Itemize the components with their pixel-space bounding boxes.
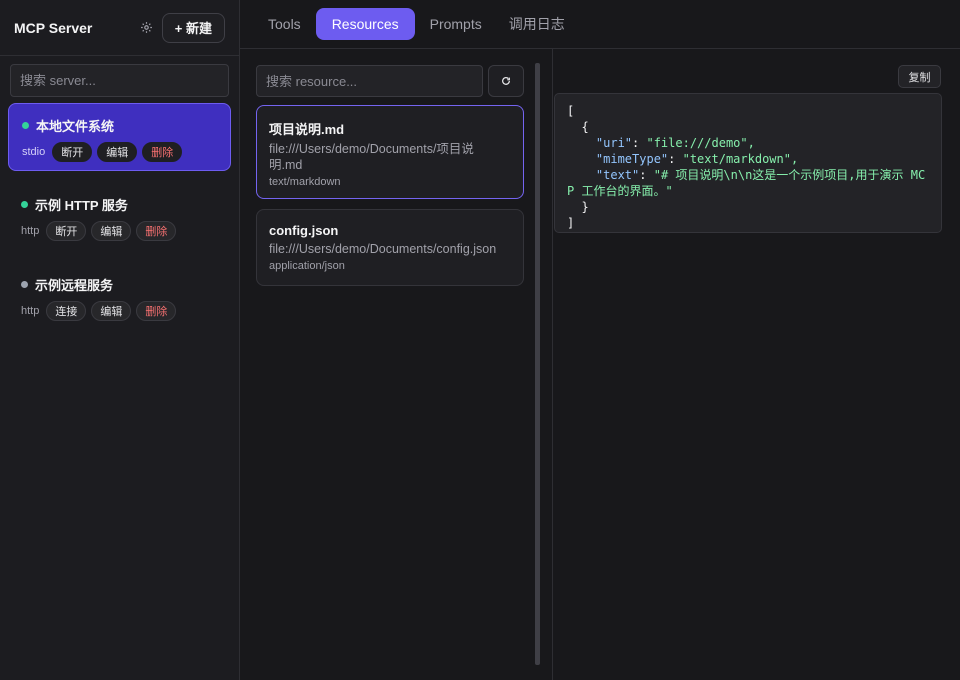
server-name: 示例 HTTP 服务 xyxy=(35,198,128,213)
resource-mime: application/json xyxy=(269,260,345,272)
tab-call-log[interactable]: 调用日志 xyxy=(497,8,577,40)
tab-resources[interactable]: Resources xyxy=(315,8,415,40)
code-line: } xyxy=(567,200,589,214)
tab-prompts[interactable]: Prompts xyxy=(418,8,494,40)
edit-button[interactable]: 编辑 xyxy=(91,301,132,321)
disconnect-button[interactable]: 断开 xyxy=(46,221,87,241)
server-search-input[interactable] xyxy=(10,64,229,97)
resource-uri: file:///Users/demo/Documents/项目说 明.md xyxy=(269,142,474,172)
resource-name: config.json xyxy=(269,223,339,238)
server-type: http xyxy=(21,305,40,317)
refresh-button[interactable] xyxy=(488,65,524,97)
delete-button[interactable]: 删除 xyxy=(136,301,177,321)
tab-bar: Tools Resources Prompts 调用日志 xyxy=(240,0,960,49)
resource-name: 项目说明.md xyxy=(269,122,345,137)
status-dot-icon xyxy=(22,122,29,129)
resource-search-input[interactable] xyxy=(256,65,483,97)
sidebar-title: MCP Server xyxy=(14,19,93,36)
code-line: "mimeType": "text/markdown", xyxy=(595,152,799,166)
panel-resize-handle[interactable] xyxy=(535,63,540,665)
refresh-icon xyxy=(502,77,510,85)
status-dot-icon xyxy=(21,201,28,208)
resource-content-viewer: [ { "uri": "file:///demo", "mimeType": "… xyxy=(554,93,942,233)
sidebar-header: MCP Server + 新建 xyxy=(0,0,239,56)
server-item-remote[interactable]: 示例远程服务 http 连接 编辑 删除 xyxy=(8,263,231,331)
new-server-button[interactable]: + 新建 xyxy=(161,12,225,43)
resource-mime: text/markdown xyxy=(269,176,341,188)
edit-button[interactable]: 编辑 xyxy=(97,142,138,162)
edit-button[interactable]: 编辑 xyxy=(91,221,132,241)
code-line: { xyxy=(567,120,589,134)
server-type: stdio xyxy=(22,146,46,158)
code-line: "uri": "file:///demo", xyxy=(595,136,755,150)
detail-divider xyxy=(552,49,553,680)
connect-button[interactable]: 连接 xyxy=(46,301,87,321)
gear-icon[interactable] xyxy=(140,21,154,35)
code-line: [ xyxy=(567,104,575,118)
server-item-local-fs[interactable]: 本地文件系统 stdio 断开 编辑 删除 xyxy=(8,103,231,171)
status-dot-icon xyxy=(21,281,28,288)
server-type: http xyxy=(21,225,40,237)
resource-item-config[interactable]: config.json file:///Users/demo/Documents… xyxy=(256,209,524,286)
server-sidebar: MCP Server + 新建 本地文件系统 stdio 断开 编辑 删除 示例… xyxy=(0,0,240,680)
delete-button[interactable]: 删除 xyxy=(142,142,183,162)
copy-button[interactable]: 复制 xyxy=(898,65,941,88)
code-line: "text": "# 项目说明\n\n这是一个示例项目,用于演示 MC xyxy=(595,168,926,182)
code-line: ] xyxy=(567,216,575,230)
disconnect-button[interactable]: 断开 xyxy=(52,142,93,162)
server-name: 示例远程服务 xyxy=(35,278,114,293)
server-item-http[interactable]: 示例 HTTP 服务 http 断开 编辑 删除 xyxy=(8,183,231,251)
resource-item-readme[interactable]: 项目说明.md file:///Users/demo/Documents/项目说… xyxy=(256,105,524,199)
tab-tools[interactable]: Tools xyxy=(256,8,313,40)
server-name: 本地文件系统 xyxy=(36,119,115,134)
code-line: P 工作台的界面。" xyxy=(567,184,673,198)
delete-button[interactable]: 删除 xyxy=(136,221,177,241)
resource-uri: file:///Users/demo/Documents/config.json xyxy=(269,242,497,256)
